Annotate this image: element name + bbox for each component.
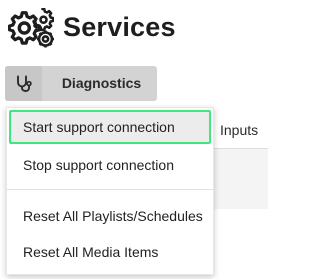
menu-item-start-support-connection[interactable]: Start support connection <box>9 110 211 144</box>
diagnostics-label: Diagnostics <box>61 75 142 91</box>
tab-strip: Inputs <box>212 112 268 149</box>
page-header: Services <box>0 0 268 58</box>
diagnostics-button[interactable]: Diagnostics <box>5 66 157 101</box>
menu-item-reset-all-media-items[interactable]: Reset All Media Items <box>7 235 213 269</box>
menu-divider <box>7 189 213 190</box>
tab-inputs[interactable]: Inputs <box>220 122 258 138</box>
stethoscope-icon <box>17 75 32 92</box>
menu-item-stop-support-connection[interactable]: Stop support connection <box>7 148 213 182</box>
background-panel <box>212 149 268 209</box>
diagnostics-dropdown-menu: Start support connection Stop support co… <box>6 107 214 275</box>
page-title: Services <box>63 12 176 42</box>
menu-item-reset-all-playlists-schedules[interactable]: Reset All Playlists/Schedules <box>7 199 213 233</box>
diagnostics-icon-box[interactable] <box>5 66 42 101</box>
gears-icon <box>8 8 54 48</box>
